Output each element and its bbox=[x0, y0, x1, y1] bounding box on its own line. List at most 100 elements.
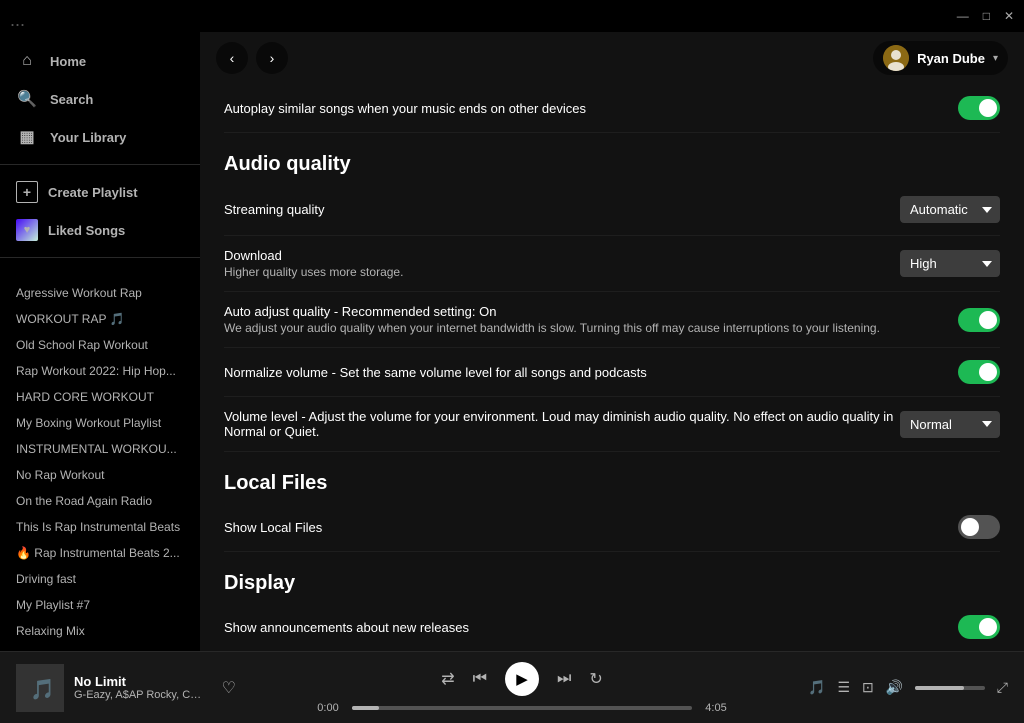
sidebar-item-home-label: Home bbox=[50, 54, 86, 69]
maximize-button[interactable]: □ bbox=[983, 9, 990, 23]
heart-icon[interactable]: ♡ bbox=[222, 678, 236, 698]
avatar bbox=[883, 45, 909, 71]
sidebar-playlist-item[interactable]: Rap Workout 2022: Hip Hop... bbox=[0, 358, 200, 384]
show-announcements-toggle[interactable] bbox=[958, 615, 1000, 639]
playlist-list: Agressive Workout RapWORKOUT RAP 🎵Old Sc… bbox=[0, 276, 200, 651]
sidebar-item-search-label: Search bbox=[50, 92, 93, 107]
auto-adjust-row: Auto adjust quality - Recommended settin… bbox=[224, 292, 1000, 348]
close-button[interactable]: ✕ bbox=[1004, 9, 1014, 23]
sidebar: ⌂ Home 🔍 Search ▦ Your Library + Create … bbox=[0, 32, 200, 651]
sidebar-item-library-label: Your Library bbox=[50, 130, 126, 145]
audio-quality-title: Audio quality bbox=[224, 153, 1000, 176]
current-time: 0:00 bbox=[312, 702, 344, 714]
play-button[interactable]: ▶ bbox=[505, 662, 539, 696]
streaming-quality-label: Streaming quality bbox=[224, 202, 324, 217]
previous-button[interactable]: ⏮ bbox=[473, 670, 487, 688]
user-badge[interactable]: Ryan Dube ▾ bbox=[873, 41, 1008, 75]
show-local-files-toggle-slider[interactable] bbox=[958, 515, 1000, 539]
sidebar-playlist-item[interactable]: 🔥 Rap Instrumental Beats 2... bbox=[0, 540, 200, 566]
sidebar-playlist-item[interactable]: INSTRUMENTAL WORKOU... bbox=[0, 436, 200, 462]
sidebar-playlist-item[interactable]: Old School Rap Workout bbox=[0, 332, 200, 358]
player-controls: ⇄ ⏮ ▶ ⏭ ↻ bbox=[441, 662, 603, 696]
main-content: ‹ › Ryan Dube ▾ Autoplay similar songs w… bbox=[200, 32, 1024, 651]
devices-button[interactable]: ⊡ bbox=[862, 679, 874, 696]
titlebar: ... — □ ✕ bbox=[0, 0, 1024, 32]
streaming-quality-select[interactable]: Automatic Low Normal High Very High bbox=[900, 196, 1000, 223]
progress-track[interactable] bbox=[352, 706, 692, 710]
track-title: No Limit bbox=[74, 674, 204, 689]
show-local-files-label: Show Local Files bbox=[224, 520, 322, 535]
progress-fill bbox=[352, 706, 379, 710]
track-thumbnail: 🎵 bbox=[16, 664, 64, 712]
track-meta: No Limit G-Eazy, A$AP Rocky, Cardi B bbox=[74, 674, 204, 701]
next-button[interactable]: ⏭ bbox=[557, 670, 571, 688]
autoplay-toggle[interactable] bbox=[958, 96, 1000, 120]
plus-icon: + bbox=[16, 181, 38, 203]
download-select[interactable]: Low Normal High Very High bbox=[900, 250, 1000, 277]
create-playlist-label: Create Playlist bbox=[48, 185, 138, 200]
volume-level-row: Volume level - Adjust the volume for you… bbox=[224, 397, 1000, 452]
auto-adjust-toggle-slider[interactable] bbox=[958, 308, 1000, 332]
autoplay-row: Autoplay similar songs when your music e… bbox=[224, 84, 1000, 133]
show-announcements-row: Show announcements about new releases bbox=[224, 603, 1000, 651]
titlebar-dots-label: ... bbox=[10, 11, 20, 21]
liked-songs-label: Liked Songs bbox=[48, 223, 125, 238]
nav-buttons: ‹ › bbox=[216, 42, 288, 74]
sidebar-playlist-item[interactable]: No Rap Workout bbox=[0, 462, 200, 488]
liked-songs-button[interactable]: ♥ Liked Songs bbox=[0, 211, 200, 249]
topbar: ‹ › Ryan Dube ▾ bbox=[200, 32, 1024, 84]
normalize-toggle[interactable] bbox=[958, 360, 1000, 384]
create-playlist-button[interactable]: + Create Playlist bbox=[0, 173, 200, 211]
show-announcements-toggle-slider[interactable] bbox=[958, 615, 1000, 639]
sidebar-item-home[interactable]: ⌂ Home bbox=[0, 42, 200, 80]
display-title: Display bbox=[224, 572, 1000, 595]
back-button[interactable]: ‹ bbox=[216, 42, 248, 74]
minimize-button[interactable]: — bbox=[957, 9, 969, 23]
download-label: Download Higher quality uses more storag… bbox=[224, 248, 403, 279]
repeat-button[interactable]: ↻ bbox=[589, 669, 602, 689]
show-announcements-label: Show announcements about new releases bbox=[224, 620, 469, 635]
progress-bar[interactable]: 0:00 4:05 bbox=[312, 702, 732, 714]
titlebar-controls[interactable]: — □ ✕ bbox=[957, 9, 1014, 23]
volume-bar[interactable] bbox=[915, 686, 985, 690]
show-local-files-toggle[interactable] bbox=[958, 515, 1000, 539]
sidebar-playlist-item[interactable]: My Playlist #7 bbox=[0, 592, 200, 618]
volume-button[interactable]: 🔊 bbox=[886, 679, 903, 696]
total-time: 4:05 bbox=[700, 702, 732, 714]
auto-adjust-label: Auto adjust quality - Recommended settin… bbox=[224, 304, 880, 335]
sidebar-playlist-item[interactable]: WORKOUT RAP 🎵 bbox=[0, 306, 200, 332]
app-body: ⌂ Home 🔍 Search ▦ Your Library + Create … bbox=[0, 32, 1024, 651]
fullscreen-button[interactable]: ⤢ bbox=[997, 679, 1008, 696]
queue-button[interactable]: ☰ bbox=[837, 679, 850, 696]
sidebar-nav: ⌂ Home 🔍 Search ▦ Your Library + Create … bbox=[0, 32, 200, 276]
sidebar-playlist-item[interactable]: On the Road Again Radio bbox=[0, 488, 200, 514]
sidebar-item-library[interactable]: ▦ Your Library bbox=[0, 118, 200, 156]
sidebar-playlist-item[interactable]: This Is Rap Instrumental Beats bbox=[0, 514, 200, 540]
show-local-files-row: Show Local Files bbox=[224, 503, 1000, 552]
sidebar-divider-2 bbox=[0, 257, 200, 258]
library-icon: ▦ bbox=[16, 126, 38, 148]
sidebar-playlist-item[interactable]: HARD CORE WORKOUT bbox=[0, 384, 200, 410]
forward-button[interactable]: › bbox=[256, 42, 288, 74]
autoplay-toggle-slider[interactable] bbox=[958, 96, 1000, 120]
normalize-row: Normalize volume - Set the same volume l… bbox=[224, 348, 1000, 397]
player-right: 🎵 ☰ ⊡ 🔊 ⤢ bbox=[808, 679, 1008, 696]
svg-text:🎵: 🎵 bbox=[30, 678, 55, 701]
sidebar-playlist-item[interactable]: Agressive Workout Rap bbox=[0, 280, 200, 306]
shuffle-button[interactable]: ⇄ bbox=[441, 669, 454, 689]
lyrics-button[interactable]: 🎵 bbox=[808, 679, 825, 696]
volume-level-label: Volume level - Adjust the volume for you… bbox=[224, 409, 900, 439]
download-row: Download Higher quality uses more storag… bbox=[224, 236, 1000, 292]
normalize-toggle-slider[interactable] bbox=[958, 360, 1000, 384]
chevron-down-icon: ▾ bbox=[993, 53, 998, 64]
volume-fill bbox=[915, 686, 964, 690]
auto-adjust-toggle[interactable] bbox=[958, 308, 1000, 332]
titlebar-dots: ... bbox=[10, 11, 20, 21]
volume-level-select[interactable]: Quiet Normal Loud bbox=[900, 411, 1000, 438]
sidebar-playlist-item[interactable]: Relaxing Mix bbox=[0, 618, 200, 644]
sidebar-playlist-item[interactable]: Driving fast bbox=[0, 566, 200, 592]
sidebar-playlist-item[interactable]: My Boxing Workout Playlist bbox=[0, 410, 200, 436]
sidebar-playlist-item[interactable]: Eddie Vedder Radio bbox=[0, 644, 200, 651]
sidebar-item-search[interactable]: 🔍 Search bbox=[0, 80, 200, 118]
normalize-label: Normalize volume - Set the same volume l… bbox=[224, 365, 647, 380]
